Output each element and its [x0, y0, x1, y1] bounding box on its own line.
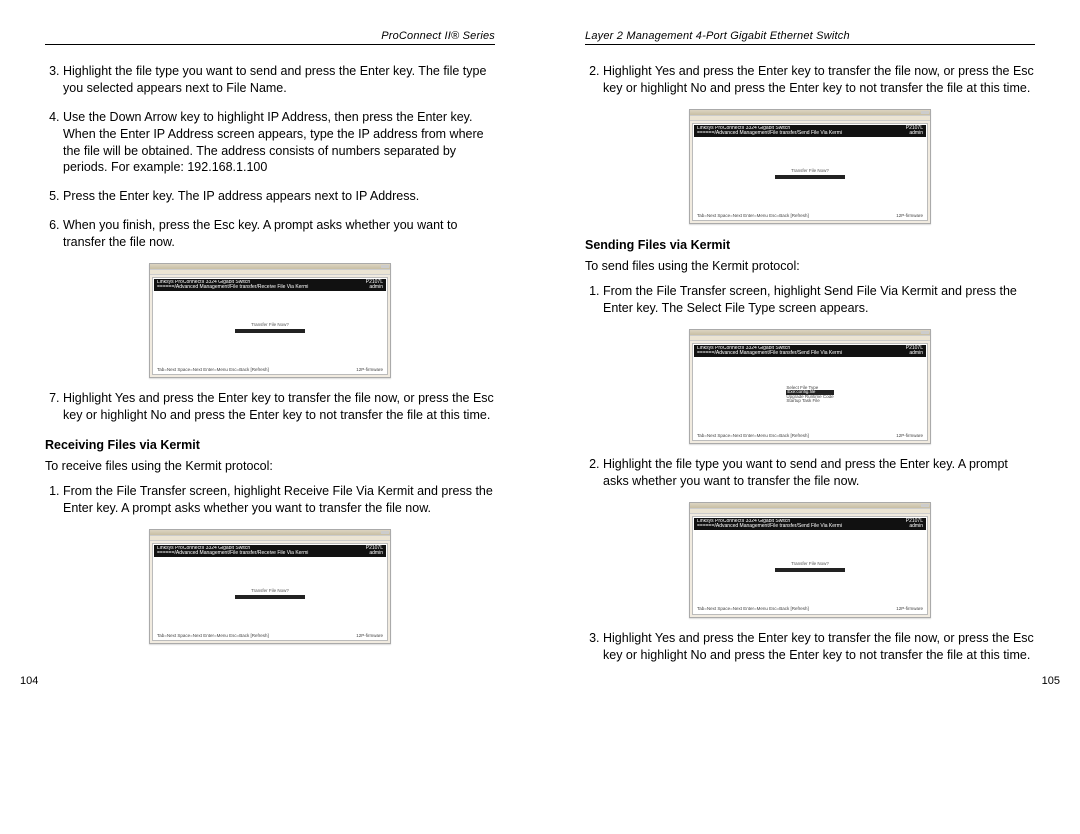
r-step-2: Highlight Yes and press the Enter key to… [603, 63, 1035, 97]
page-right: Layer 2 Management 4-Port Gigabit Ethern… [560, 30, 1060, 675]
step-recv-1: From the File Transfer screen, highlight… [63, 483, 495, 517]
screenshot-1: Linksys ProConnectII 3324 Gigabit Switch… [149, 263, 391, 379]
r-step-send-3: Highlight Yes and press the Enter key to… [603, 630, 1035, 664]
screenshot-4: Linksys ProConnectII 3324 Gigabit Switch… [689, 329, 931, 445]
ss-prompt: Transfer File Now? [235, 323, 305, 328]
intro-sending: To send files using the Kermit protocol: [585, 258, 1035, 275]
page-num-right: 105 [1042, 675, 1060, 687]
step-5: Press the Enter key. The IP address appe… [63, 188, 495, 205]
ss-ft2: Startup Task File [786, 399, 833, 404]
section-sending: Sending Files via Kermit [585, 238, 1035, 252]
r-steps-a: Highlight Yes and press the Enter key to… [585, 63, 1035, 97]
section-receiving: Receiving Files via Kermit [45, 438, 495, 452]
r-steps-d: Highlight Yes and press the Enter key to… [585, 630, 1035, 664]
page-num-left: 104 [20, 675, 38, 687]
r-steps-b: From the File Transfer screen, highlight… [585, 283, 1035, 317]
step-7: Highlight Yes and press the Enter key to… [63, 390, 495, 424]
ss-status-l: Tab=Next Space=Next Enter=Menu Esc=Back … [157, 368, 269, 373]
screenshot-5: Linksys ProConnectII 3324 Gigabit Switch… [689, 502, 931, 618]
header-right: Layer 2 Management 4-Port Gigabit Ethern… [585, 30, 1035, 45]
ss-status-r: 12P-firmware [356, 368, 383, 373]
steps-list-c: From the File Transfer screen, highlight… [45, 483, 495, 517]
ss-yes-highlight [235, 329, 305, 333]
step-4: Use the Down Arrow key to highlight IP A… [63, 109, 495, 177]
step-6: When you finish, press the Esc key. A pr… [63, 217, 495, 251]
page-left: ProConnect II® Series Highlight the file… [20, 30, 520, 675]
ss-banner2: ======/Advanced Management/File transfer… [157, 285, 366, 290]
r-steps-c: Highlight the file type you want to send… [585, 456, 1035, 490]
header-left: ProConnect II® Series [45, 30, 495, 45]
ss-br2: admin [366, 285, 383, 290]
screenshot-2: Linksys ProConnectII 3324 Gigabit Switch… [149, 529, 391, 645]
intro-receiving: To receive files using the Kermit protoc… [45, 458, 495, 475]
r-step-send-2: Highlight the file type you want to send… [603, 456, 1035, 490]
step-3: Highlight the file type you want to send… [63, 63, 495, 97]
screenshot-3: Linksys ProConnectII 3324 Gigabit Switch… [689, 109, 931, 225]
steps-list-a: Highlight the file type you want to send… [45, 63, 495, 251]
r-step-send-1: From the File Transfer screen, highlight… [603, 283, 1035, 317]
steps-list-b: Highlight Yes and press the Enter key to… [45, 390, 495, 424]
